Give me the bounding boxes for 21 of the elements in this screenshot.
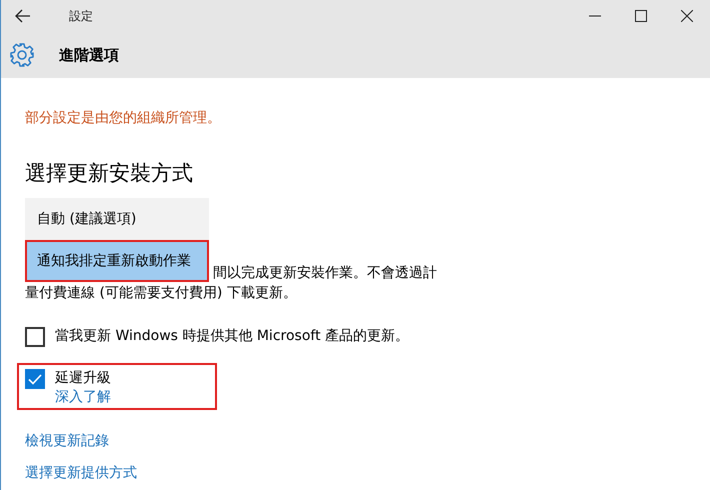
minimize-icon [589, 15, 601, 17]
notice-text: 部分設定是由您的組織所管理。 [25, 109, 222, 128]
dropdown-option[interactable]: 自動 (建議選項) [25, 198, 209, 240]
description-text: 間以完成更新安裝作業。不會透過計 [213, 264, 437, 283]
checkbox-label: 延遲升級 [55, 369, 111, 388]
checkbox[interactable] [25, 327, 45, 347]
settings-link[interactable]: 選擇更新提供方式 [25, 464, 137, 482]
settings-link[interactable]: 檢視更新記錄 [25, 432, 109, 450]
settings-icon [9, 42, 35, 68]
description-text: 量付費連線 (可能需要支付費用) 下載更新。 [25, 284, 298, 303]
checkbox[interactable] [25, 369, 45, 389]
checkmark-icon [28, 374, 42, 384]
dropdown-option[interactable]: 通知我排定重新啟動作業 [25, 240, 209, 282]
maximize-icon [635, 10, 647, 22]
close-icon [681, 10, 693, 22]
window-title: 設定 [69, 8, 93, 25]
back-arrow-icon [15, 9, 31, 23]
learn-more-link[interactable]: 深入了解 [55, 388, 111, 406]
checkbox-label: 當我更新 Windows 時提供其他 Microsoft 產品的更新。 [55, 327, 410, 346]
page-title: 進階選項 [59, 44, 119, 66]
section-title: 選擇更新安裝方式 [25, 160, 194, 187]
